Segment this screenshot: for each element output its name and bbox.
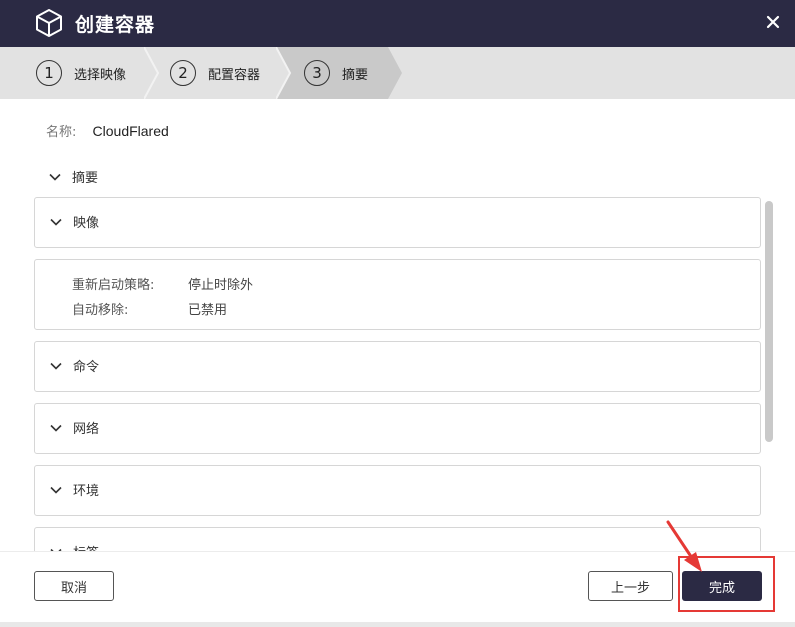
name-value: CloudFlared bbox=[92, 123, 169, 139]
container-cube-icon bbox=[36, 9, 62, 37]
panel-network[interactable]: 网络 bbox=[34, 403, 761, 454]
window-bottom-edge bbox=[0, 622, 795, 627]
step-label: 摘要 bbox=[342, 67, 369, 83]
panel-labels-header[interactable]: 标签 bbox=[49, 542, 99, 551]
step-number: 2 bbox=[170, 60, 196, 86]
step-summary[interactable]: 3 摘要 bbox=[304, 60, 368, 86]
panel-restart-settings: 重新启动策略: 停止时除外 自动移除: 已禁用 bbox=[34, 259, 761, 330]
restart-policy-value: 停止时除外 bbox=[188, 278, 254, 293]
summary-section-toggle[interactable]: 摘要 bbox=[48, 167, 98, 186]
auto-remove-value: 已禁用 bbox=[188, 303, 228, 318]
summary-label: 摘要 bbox=[72, 171, 99, 186]
panel-command[interactable]: 命令 bbox=[34, 341, 761, 392]
chevron-down-icon bbox=[50, 424, 62, 432]
window-title: 创建容器 bbox=[75, 14, 156, 36]
chevron-down-icon bbox=[50, 218, 62, 226]
panel-image[interactable]: 映像 bbox=[34, 197, 761, 248]
panel-image-label: 映像 bbox=[73, 216, 100, 231]
title-bar: 创建容器 bbox=[0, 0, 795, 47]
panel-labels[interactable]: 标签 bbox=[34, 527, 761, 551]
step-number: 3 bbox=[304, 60, 330, 86]
panel-labels-label: 标签 bbox=[73, 542, 99, 551]
step-separator-icon bbox=[276, 47, 292, 99]
panel-image-header[interactable]: 映像 bbox=[49, 212, 99, 231]
restart-policy-label: 重新启动策略: bbox=[72, 278, 155, 293]
panel-environment-header[interactable]: 环境 bbox=[49, 480, 99, 499]
step-number: 1 bbox=[36, 60, 62, 86]
auto-remove-row: 自动移除: 已禁用 bbox=[72, 299, 227, 318]
chevron-down-icon bbox=[50, 362, 62, 370]
step-label: 配置容器 bbox=[208, 67, 261, 83]
summary-scroll-area[interactable]: 映像 重新启动策略: 停止时除外 自动移除: 已禁用 命令 网络 环境 bbox=[34, 197, 761, 551]
container-name-row: 名称: CloudFlared bbox=[46, 121, 169, 140]
cancel-button[interactable]: 取消 bbox=[34, 571, 114, 601]
chevron-down-icon bbox=[49, 173, 61, 181]
panel-command-header[interactable]: 命令 bbox=[49, 356, 99, 375]
panel-environment-label: 环境 bbox=[73, 484, 100, 499]
chevron-down-icon bbox=[50, 486, 62, 494]
wizard-steps: 1 选择映像 2 配置容器 3 摘要 bbox=[0, 47, 795, 99]
close-icon[interactable] bbox=[763, 12, 783, 32]
step-separator-icon bbox=[144, 47, 160, 99]
name-label: 名称: bbox=[46, 125, 77, 140]
auto-remove-label: 自动移除: bbox=[72, 303, 129, 318]
panel-network-header[interactable]: 网络 bbox=[49, 418, 99, 437]
panel-network-label: 网络 bbox=[73, 422, 100, 437]
restart-policy-row: 重新启动策略: 停止时除外 bbox=[72, 274, 253, 293]
previous-step-button[interactable]: 上一步 bbox=[588, 571, 673, 601]
step-configure-container[interactable]: 2 配置容器 bbox=[170, 60, 260, 86]
red-arrow-annotation-icon bbox=[666, 520, 702, 572]
step-label: 选择映像 bbox=[74, 67, 127, 83]
panel-command-label: 命令 bbox=[73, 360, 100, 375]
panel-environment[interactable]: 环境 bbox=[34, 465, 761, 516]
scrollbar-thumb[interactable] bbox=[765, 201, 773, 442]
step-select-image[interactable]: 1 选择映像 bbox=[36, 60, 126, 86]
